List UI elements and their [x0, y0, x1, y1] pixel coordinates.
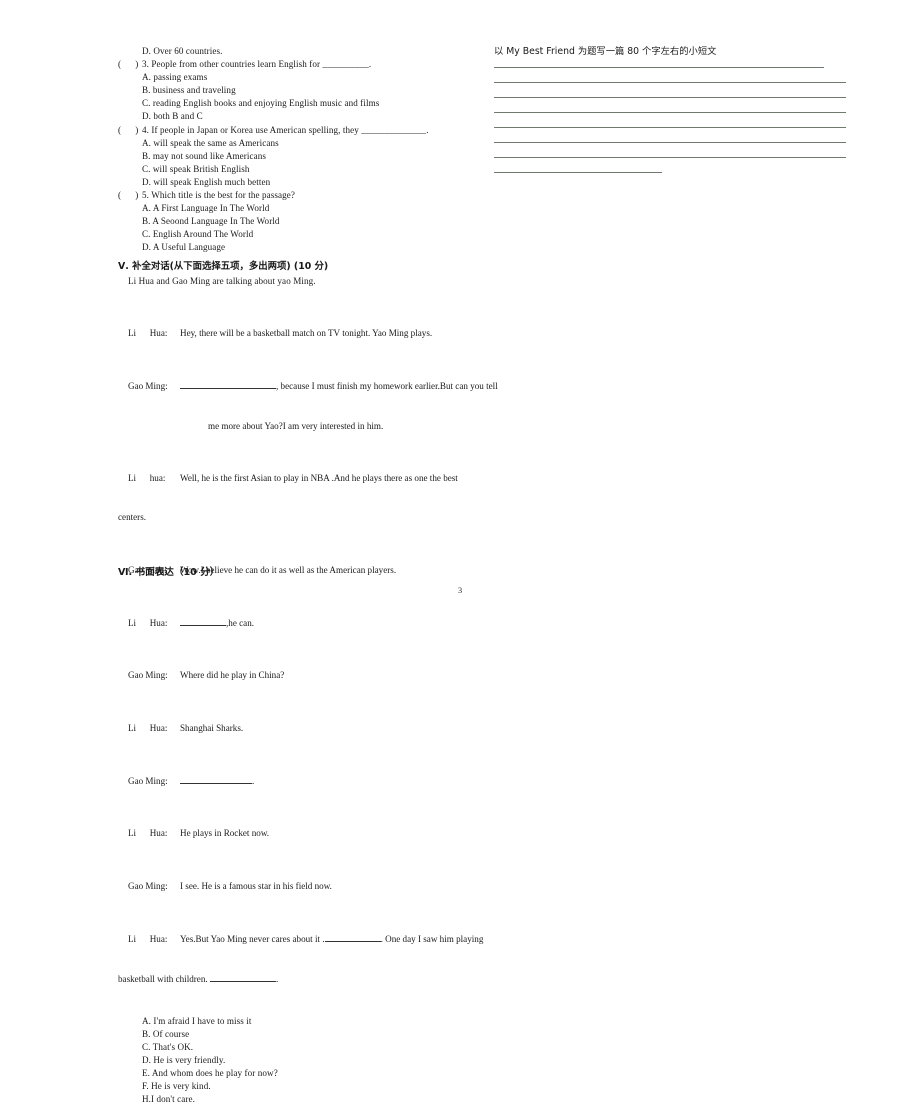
option-item[interactable]: C. reading English books and enjoying En… — [118, 97, 478, 110]
choice-item[interactable]: F. He is very kind. — [118, 1080, 478, 1093]
writing-line[interactable] — [494, 142, 846, 143]
dialogue-row: Li hua: Well, he is the first Asian to pl… — [118, 472, 478, 485]
writing-line[interactable] — [494, 82, 846, 83]
option-item[interactable]: C. will speak British English — [118, 163, 478, 176]
choice-item[interactable]: D. He is very friendly. — [118, 1054, 478, 1067]
answer-blank[interactable] — [180, 774, 252, 785]
option-item[interactable]: D. will speak English much betten — [118, 176, 478, 189]
writing-prompt: 以 My Best Friend 为题写一篇 80 个字左右的小短文 — [494, 46, 717, 57]
dialogue-row: Gao Ming: I see. He is a famous star in h… — [118, 880, 478, 893]
dialogue-row: Gao Ming: , because I must finish my home… — [118, 379, 498, 393]
option-item[interactable]: D. A Useful Language — [118, 241, 478, 254]
dialogue-row: Gao Ming: Where did he play in China? — [118, 669, 478, 682]
option-item[interactable]: A. passing exams — [118, 71, 478, 84]
writing-line[interactable] — [494, 112, 846, 113]
answer-blank[interactable] — [180, 379, 276, 390]
dialogue-text: basketball with children. — [118, 974, 210, 985]
answer-blank[interactable] — [324, 932, 381, 943]
speaker-label: Gao Ming: — [128, 670, 168, 681]
question-stem: 4. If people in Japan or Korea use Ameri… — [142, 124, 429, 135]
answer-blank[interactable] — [180, 616, 226, 626]
speaker-label: Li Hua: — [128, 327, 168, 338]
section-five-heading: Ⅴ. 补全对话(从下面选择五项，多出两项) (10 分) — [118, 260, 329, 272]
speaker-label: Li Hua: — [128, 617, 168, 628]
writing-line[interactable] — [494, 157, 846, 158]
page-number: 3 — [457, 585, 463, 595]
option-item[interactable]: A. will speak the same as Americans — [118, 137, 478, 150]
answer-bracket[interactable]: ( ) — [118, 124, 142, 137]
dialogue-row: Gao Ming:. — [118, 774, 478, 788]
dangling-option: D. Over 60 countries. — [142, 46, 223, 56]
speaker-label: Li Hua: — [128, 934, 168, 945]
dialogue-row: Li Hua: Yes.But Yao Ming never cares abou… — [118, 932, 483, 946]
option-item[interactable]: B. may not sound like Americans — [118, 150, 478, 163]
dialogue-continuation: centers. — [118, 512, 147, 523]
choice-item[interactable]: B. Of course — [118, 1028, 478, 1041]
dialogue-row: Li Hua: He plays in Rocket now. — [118, 827, 478, 840]
answer-blank[interactable] — [209, 972, 276, 983]
writing-line[interactable] — [494, 172, 662, 173]
dialogue-continuation: basketball with children. . — [118, 972, 478, 986]
choice-item[interactable]: A. I'm afraid I have to miss it — [118, 1015, 478, 1028]
question-row: ( ) 3. People from other countries learn … — [118, 58, 478, 71]
dialogue-text: ,he can. — [226, 617, 255, 628]
choice-item[interactable]: E. And whom does he play for now? — [118, 1067, 478, 1080]
section-six-heading: Ⅵ. 书面表达（10 分） — [118, 567, 220, 578]
speaker-label: Gao Ming: — [128, 381, 168, 392]
writing-line[interactable] — [494, 127, 846, 128]
choice-item[interactable]: C. That's OK. — [118, 1041, 478, 1054]
dialogue-list: Li Hua: Hey, there will be a basketball m… — [118, 288, 498, 1013]
option-item[interactable]: B. business and traveling — [118, 84, 478, 97]
dialogue-text: Well, he is the first Asian to play in N… — [180, 472, 458, 483]
question-stem: 3. People from other countries learn Eng… — [142, 59, 372, 70]
dialogue-row: Li Hua: Shanghai Sharks. — [118, 722, 478, 735]
dialogue-text: I see. He is a famous star in his field … — [180, 880, 332, 891]
dialogue-text: He plays in Rocket now. — [180, 828, 270, 839]
question-row: ( ) 4. If people in Japan or Korea use Am… — [118, 124, 478, 137]
dialogue-intro: Li Hua and Gao Ming are talking about ya… — [128, 275, 316, 286]
speaker-label: Li hua: — [128, 472, 166, 483]
dialogue-text: Where did he play in China? — [180, 670, 285, 681]
dialogue-text: Yes.But Yao Ming never cares about it . — [180, 934, 325, 945]
question-row: ( ) 5. Which title is the best for the pa… — [118, 189, 478, 202]
option-item[interactable]: A. A First Language In The World — [118, 202, 478, 215]
dialogue-continuation: me more about Yao?I am very interested i… — [208, 420, 384, 431]
option-item[interactable]: C. English Around The World — [118, 228, 478, 241]
option-item[interactable]: B. A Seoond Language In The World — [118, 215, 478, 228]
dialogue-text: . One day I saw him playing — [380, 934, 484, 945]
answer-bracket[interactable]: ( ) — [118, 58, 142, 71]
right-column: 以 My Best Friend 为题写一篇 80 个字左右的小短文 — [494, 45, 850, 187]
dialogue-text: . — [252, 776, 255, 787]
speaker-label: Gao Ming: — [128, 880, 168, 891]
option-item[interactable]: D. both B and C — [118, 110, 478, 123]
dialogue-text: . — [275, 974, 279, 985]
dialogue-text: , because I must finish my homework earl… — [276, 381, 498, 392]
choice-bank: A. I'm afraid I have to miss it B. Of co… — [118, 1015, 478, 1106]
writing-line[interactable] — [494, 97, 846, 98]
writing-line[interactable] — [494, 67, 824, 68]
dialogue-row: Li Hua: Hey, there will be a basketball m… — [118, 327, 478, 340]
dialogue-row: Li Hua: ,he can. — [118, 616, 478, 630]
exam-page: D. Over 60 countries. ( ) 3. People from … — [0, 0, 920, 1104]
question-stem: 5. Which title is the best for the passa… — [142, 190, 295, 201]
speaker-label: Li Hua: — [128, 828, 168, 839]
speaker-label: Li Hua: — [128, 722, 168, 733]
answer-bracket[interactable]: ( ) — [118, 189, 142, 202]
dialogue-text: Shanghai Sharks. — [180, 722, 244, 733]
choice-item[interactable]: H.I don't care. — [118, 1093, 478, 1106]
dialogue-text: Hey, there will be a basketball match on… — [180, 327, 433, 338]
speaker-label: Gao Ming: — [128, 776, 168, 787]
